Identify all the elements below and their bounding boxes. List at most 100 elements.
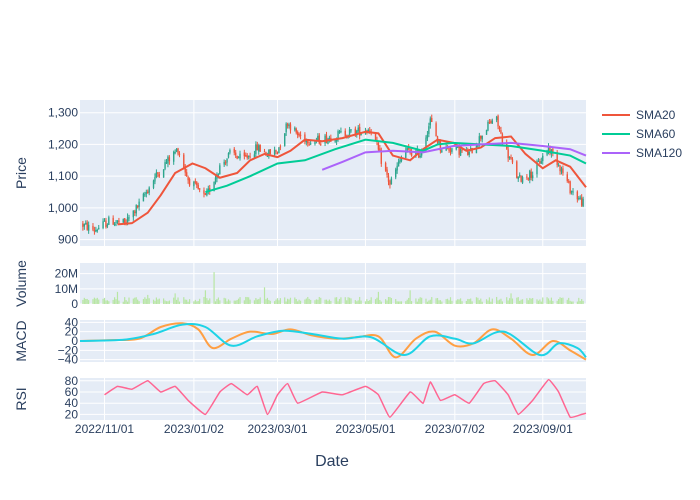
candle-body: [491, 120, 493, 124]
candle-body: [193, 181, 195, 187]
volume-bar: [105, 300, 107, 304]
candle-body: [314, 141, 316, 145]
candle-body: [480, 135, 482, 139]
volume-bar: [458, 299, 460, 304]
volume-bar: [380, 301, 382, 304]
candle-body: [397, 161, 400, 167]
volume-bar: [377, 291, 380, 304]
candle-body: [399, 160, 401, 163]
candle-body: [113, 223, 116, 226]
candle-body: [428, 126, 430, 134]
candle-body: [294, 127, 296, 130]
candle-body: [266, 156, 269, 158]
volume-bar: [165, 301, 168, 304]
volume-bar: [128, 297, 130, 304]
volume-bar: [207, 300, 209, 304]
volume-bar: [299, 300, 302, 304]
candle-body: [224, 162, 227, 164]
volume-bar: [418, 298, 420, 304]
candle-body: [155, 172, 158, 177]
volume-bar: [457, 299, 459, 304]
volume-bar: [415, 298, 417, 304]
candle-body: [226, 158, 228, 163]
volume-bar: [147, 294, 149, 304]
volume-bar: [259, 297, 261, 304]
candle-body: [451, 148, 453, 152]
volume-bar: [364, 301, 367, 304]
candle-body: [158, 174, 160, 177]
candle-body: [566, 174, 568, 182]
volume-bar: [390, 298, 392, 304]
volume-bar: [178, 301, 181, 304]
volume-bar: [137, 299, 139, 304]
volume-bar: [347, 297, 349, 304]
candle-body: [103, 220, 106, 222]
candle-body: [389, 181, 391, 186]
candle-body: [568, 181, 570, 183]
volume-bar: [279, 298, 281, 304]
candle-body: [527, 178, 530, 180]
volume-bar: [294, 297, 296, 304]
candle-body: [569, 181, 571, 194]
volume-bar: [539, 299, 541, 304]
candle-body: [276, 152, 279, 154]
volume-bar: [318, 296, 320, 304]
volume-bar: [125, 300, 127, 304]
volume-bar: [214, 301, 217, 304]
volume-bar: [409, 290, 411, 304]
volume-bar: [138, 301, 140, 304]
volume-bar: [194, 299, 196, 304]
candle-body: [185, 172, 188, 176]
volume-bar: [429, 299, 431, 304]
volume-bar: [366, 299, 368, 304]
candle-body: [500, 130, 502, 134]
volume-bar: [213, 272, 215, 304]
candle-body: [338, 131, 341, 133]
volume-bar: [536, 299, 538, 304]
volume-bar: [209, 298, 211, 304]
candle-body: [269, 149, 271, 154]
volume-bar: [249, 299, 251, 304]
macd-tick-label: 40: [65, 315, 79, 329]
volume-bar: [297, 301, 299, 304]
volume-bar: [235, 300, 237, 304]
volume-bar: [305, 298, 307, 304]
volume-bar: [203, 296, 205, 304]
volume-bar: [157, 299, 159, 304]
volume-bar: [498, 299, 501, 304]
volume-bar: [360, 300, 362, 304]
legend[interactable]: SMA20 SMA60 SMA120: [602, 108, 682, 160]
candle-body: [142, 193, 145, 202]
candle-body: [93, 230, 96, 232]
volume-bar: [233, 300, 235, 304]
volume-bar: [385, 299, 387, 304]
volume-bar: [175, 299, 178, 304]
volume-bar: [314, 300, 316, 304]
candle-body: [243, 152, 246, 157]
volume-bar: [438, 300, 440, 304]
volume-bar: [102, 298, 104, 304]
legend-item-sma60[interactable]: SMA60: [602, 127, 676, 141]
candle-body: [308, 144, 310, 146]
candle-body: [350, 129, 352, 131]
volume-bar: [193, 301, 195, 304]
volume-bar: [248, 297, 250, 304]
volume-bar: [570, 301, 573, 304]
candle-body: [497, 115, 499, 127]
price-axis-title: Price: [13, 157, 29, 189]
candle-body: [286, 124, 289, 127]
volume-tick-label: 10M: [55, 282, 78, 296]
legend-item-sma20[interactable]: SMA20: [602, 108, 676, 122]
volume-bar: [547, 298, 550, 304]
candle-body: [396, 165, 398, 171]
volume-bar: [289, 297, 292, 304]
candle-body: [576, 191, 579, 200]
volume-bar: [164, 300, 166, 304]
candle-body: [108, 217, 110, 225]
candle-body: [324, 135, 326, 144]
volume-bar: [540, 301, 542, 304]
candle-body: [386, 169, 388, 175]
legend-item-sma120[interactable]: SMA120: [602, 146, 682, 160]
volume-bar: [542, 297, 544, 304]
candle-body: [95, 229, 97, 232]
